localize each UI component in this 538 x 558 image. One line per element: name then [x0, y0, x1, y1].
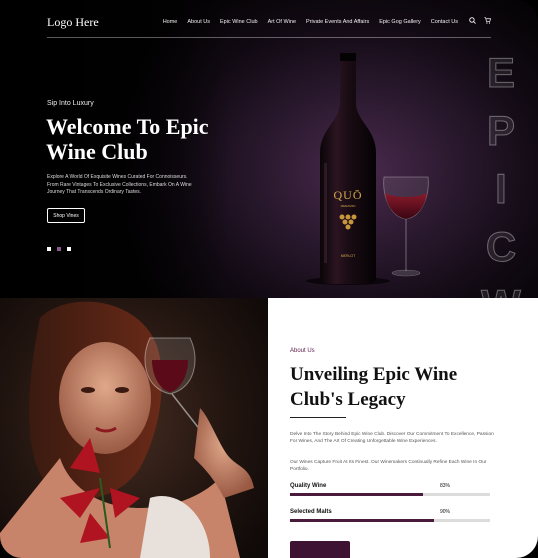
hero-eyebrow: Sip Into Luxury: [47, 100, 94, 107]
top-navigation-bar: Logo Here Home About Us Epic Wine Club A…: [47, 0, 491, 38]
bottle-label-text: MERLOT: [341, 254, 356, 258]
hero-title: Welcome To Epic Wine Club: [46, 114, 246, 164]
slider-dot[interactable]: [47, 247, 51, 251]
slider-dot-active[interactable]: [57, 247, 61, 251]
nav-item-about-us[interactable]: About Us: [187, 19, 210, 25]
nav-item-private-events[interactable]: Private Events And Affairs: [306, 19, 369, 25]
vertical-letter: E: [486, 49, 515, 97]
skill-fill: [290, 493, 423, 496]
cart-icon[interactable]: [484, 17, 491, 24]
skill-selected-malts: Selected Malts 90%: [290, 509, 490, 522]
search-icon[interactable]: [469, 17, 476, 24]
about-paragraph-1: Delve Into The Story Behind Epic Wine Cl…: [290, 432, 494, 444]
main-nav: Home About Us Epic Wine Club Art Of Wine…: [163, 19, 458, 25]
skill-fill: [290, 519, 434, 522]
about-title: Unveiling Epic Wine Club's Legacy: [290, 362, 490, 412]
skill-name: Selected Malts: [290, 509, 332, 515]
hero-description: Explore A World Of Exquisite Wines Curat…: [47, 174, 192, 195]
about-label: About Us: [290, 348, 315, 354]
about-title-line2: Club's Legacy: [290, 389, 406, 410]
skill-name: Quality Wine: [290, 483, 327, 489]
vertical-letter: W: [476, 276, 526, 299]
about-section: About Us Unveiling Epic Wine Club's Lega…: [0, 298, 538, 558]
woman-with-wine-photo: [0, 298, 268, 558]
page: QUŌ MERAMIKI MERLOT E P I C W: [0, 0, 538, 558]
vertical-letter: I: [495, 165, 508, 213]
about-paragraph-2: Our Wines Capture Fruit At Its Finest. O…: [290, 460, 487, 472]
bottle-sub-text: MERAMIKI: [341, 204, 356, 208]
hero-title-line2: Wine Club: [46, 139, 148, 164]
skill-percent: 90%: [439, 509, 450, 515]
wine-bottle-image: QUŌ MERAMIKI MERLOT: [296, 45, 442, 285]
vertical-letter: C: [485, 223, 517, 271]
slider-dots: [47, 247, 71, 251]
skill-track: [290, 519, 490, 522]
nav-item-epic-wine-club[interactable]: Epic Wine Club: [220, 19, 258, 25]
divider: [290, 417, 346, 418]
about-title-line1: Unveiling Epic Wine: [290, 364, 458, 385]
slider-dot[interactable]: [67, 247, 71, 251]
shop-vines-button[interactable]: Shop Vines: [47, 208, 85, 223]
nav-item-art-of-wine[interactable]: Art Of Wine: [268, 19, 296, 25]
hero-vertical-word: E P I C W: [476, 44, 526, 299]
skill-percent: 83%: [439, 483, 450, 489]
bottle-brand-text: QUŌ: [334, 188, 363, 202]
site-logo[interactable]: Logo Here: [47, 15, 99, 30]
hero-title-line1: Welcome To Epic: [46, 114, 209, 139]
nav-item-home[interactable]: Home: [163, 19, 178, 25]
header-icons: [469, 17, 491, 24]
about-cta-button[interactable]: [290, 541, 350, 558]
nav-item-gallery[interactable]: Epic Gog Gallery: [379, 19, 421, 25]
about-panel: About Us Unveiling Epic Wine Club's Lega…: [268, 298, 538, 558]
skill-track: [290, 493, 490, 496]
skill-quality-wine: Quality Wine 83%: [290, 483, 490, 496]
nav-item-contact-us[interactable]: Contact Us: [431, 19, 458, 25]
vertical-letter: P: [486, 107, 515, 155]
hero-section: QUŌ MERAMIKI MERLOT E P I C W: [0, 0, 538, 298]
